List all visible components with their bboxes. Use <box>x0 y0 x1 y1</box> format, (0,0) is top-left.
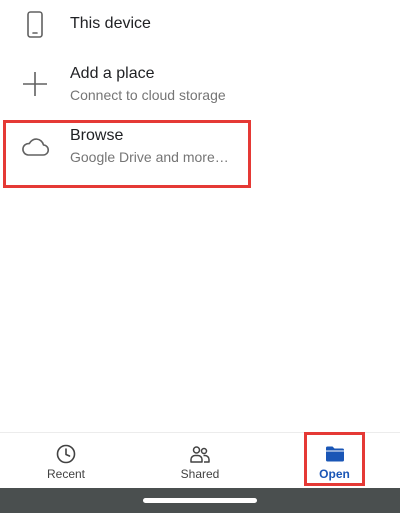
location-add-a-place[interactable]: Add a place Connect to cloud storage <box>0 55 400 113</box>
open-location-screen: This device Add a place Connect to cloud… <box>0 0 400 513</box>
nav-tab-label: Open <box>319 467 350 481</box>
nav-tab-recent[interactable]: Recent <box>26 433 106 489</box>
plus-icon <box>19 68 51 100</box>
location-title: Browse <box>70 127 124 144</box>
nav-tab-label: Shared <box>180 467 220 481</box>
nav-tab-open[interactable]: Open <box>304 433 365 489</box>
location-browse[interactable]: Browse Google Drive and more… <box>0 118 400 188</box>
nav-tab-shared[interactable]: Shared <box>160 433 240 489</box>
folder-icon <box>324 443 346 465</box>
clock-icon <box>55 443 77 465</box>
phone-icon <box>19 9 51 41</box>
people-icon <box>189 443 211 465</box>
bottom-navigation: Recent Shared Open <box>0 432 400 488</box>
gesture-handle[interactable] <box>143 498 257 503</box>
location-this-device[interactable]: This device <box>0 0 400 50</box>
nav-tab-label: Recent <box>46 467 86 481</box>
location-subtitle: Google Drive and more… <box>70 149 229 165</box>
location-subtitle: Connect to cloud storage <box>70 87 226 103</box>
system-navigation-bar <box>0 488 400 513</box>
location-title: Add a place <box>70 65 155 82</box>
location-title: This device <box>70 15 151 32</box>
cloud-icon <box>19 131 51 163</box>
